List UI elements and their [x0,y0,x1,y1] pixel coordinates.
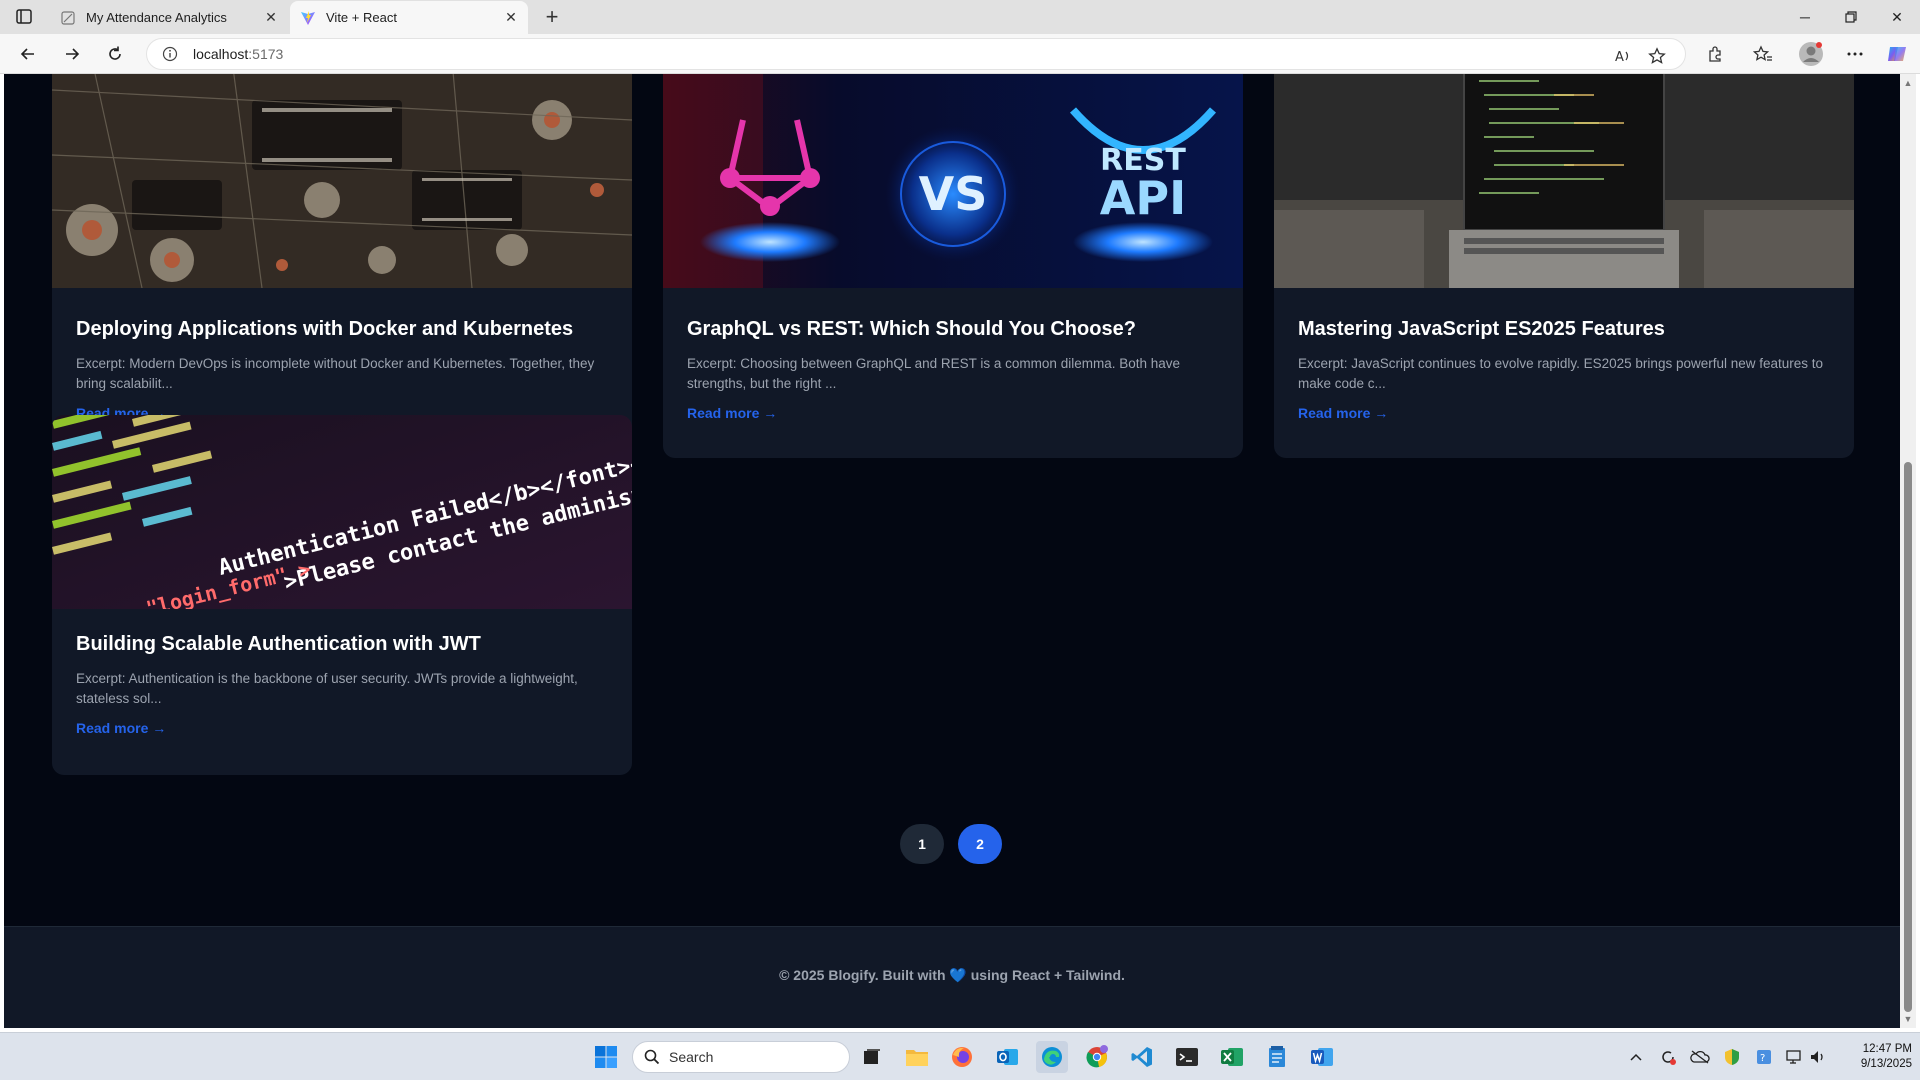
post-image-laptop-with-code[interactable] [1274,74,1854,288]
firefox-icon[interactable] [946,1041,978,1073]
svg-text:?: ? [1760,1053,1765,1064]
read-more-link[interactable]: Read more → [687,405,777,421]
volume-icon[interactable] [1808,1047,1828,1067]
close-window-icon[interactable]: ✕ [1874,0,1920,34]
onedrive-offline-icon[interactable] [1690,1047,1710,1067]
url-port: :5173 [248,46,284,62]
post-title[interactable]: GraphQL vs REST: Which Should You Choose… [687,318,1136,341]
clock-date: 9/13/2025 [1860,1058,1912,1070]
post-excerpt: Excerpt: JavaScript continues to evolve … [1298,356,1824,391]
footer-prefix: © 2025 Blogify. Built with [779,967,946,983]
security-shield-icon[interactable] [1722,1047,1742,1067]
post-title[interactable]: Mastering JavaScript ES2025 Features [1298,318,1665,341]
post-image-graphql-vs-rest[interactable]: VS REST API [663,74,1243,288]
task-view-icon[interactable] [856,1041,888,1073]
favorites-icon[interactable] [1752,43,1774,65]
svg-text:A: A [1615,50,1624,65]
taskbar-search[interactable]: Search [632,1041,850,1073]
profile-avatar-icon[interactable] [1798,41,1824,67]
url-text: localhost:5173 [193,46,283,62]
read-aloud-icon[interactable]: A [1613,46,1633,66]
tab-vite-react[interactable]: Vite + React ✕ [290,1,528,34]
browser-toolbar: localhost:5173 A [0,34,1920,74]
page-viewport: Deploying Applications with Docker and K… [4,74,1900,1028]
read-more-link[interactable]: Read more → [76,720,166,736]
page-button-2[interactable]: 2 [958,824,1002,864]
copilot-icon[interactable] [1886,43,1908,65]
page-scrollbar[interactable]: ▲ ▼ [1900,74,1916,1028]
post-excerpt: Excerpt: Authentication is the backbone … [76,671,578,706]
restore-icon[interactable] [1828,0,1874,34]
show-hidden-icons-icon[interactable] [1626,1047,1646,1067]
footer-text: © 2025 Blogify. Built with 💙 using React… [4,967,1900,984]
clock-time: 12:47 PM [1862,1043,1912,1055]
forward-icon[interactable] [58,40,86,68]
heart-icon: 💙 [949,967,967,983]
refresh-icon[interactable] [101,40,129,68]
windows-start-icon[interactable] [590,1041,622,1073]
post-image-login-code[interactable]: Authentication Failed</b></font></h3 >Pl… [52,415,632,609]
site-info-icon[interactable] [161,45,179,63]
page-icon [60,10,76,26]
scroll-down-icon[interactable]: ▼ [1903,1014,1913,1024]
post-card[interactable]: Mastering JavaScript ES2025 Features Exc… [1274,74,1854,458]
address-bar[interactable]: localhost:5173 A [146,38,1686,70]
word-icon[interactable] [1306,1041,1338,1073]
tab-title: My Attendance Analytics [86,10,227,25]
close-tab-icon[interactable]: ✕ [500,7,522,29]
close-tab-icon[interactable]: ✕ [260,7,282,29]
tab-title: Vite + React [326,10,397,25]
site-footer: © 2025 Blogify. Built with 💙 using React… [4,926,1900,1028]
post-title[interactable]: Building Scalable Authentication with JW… [76,633,481,656]
url-host: localhost [193,46,249,62]
edge-icon[interactable] [1036,1041,1068,1073]
scrollbar-thumb[interactable] [1904,462,1912,1012]
tab-actions-icon[interactable] [12,7,36,27]
browser-tab-strip: My Attendance Analytics ✕ Vite + React ✕… [0,0,1920,34]
more-options-icon[interactable] [1844,43,1866,65]
page-button-1[interactable]: 1 [900,824,944,864]
terminal-icon[interactable] [1171,1041,1203,1073]
tab-attendance-analytics[interactable]: My Attendance Analytics ✕ [50,1,288,34]
post-title[interactable]: Deploying Applications with Docker and K… [76,318,573,341]
search-placeholder: Search [669,1049,714,1065]
post-excerpt: Excerpt: Modern DevOps is incomplete wit… [76,356,595,391]
notepad-icon[interactable] [1261,1041,1293,1073]
taskbar-clock[interactable]: 12:47 PM 9/13/2025 [1836,1042,1912,1072]
post-image-circuit-board[interactable] [52,74,632,288]
sync-icon[interactable] [1658,1047,1678,1067]
post-card[interactable]: Deploying Applications with Docker and K… [52,74,632,458]
read-more-link[interactable]: Read more → [1298,405,1388,421]
app-tray-icon[interactable]: ? [1754,1047,1774,1067]
chrome-icon[interactable] [1081,1041,1113,1073]
network-icon[interactable] [1784,1047,1804,1067]
post-card[interactable]: VS REST API GraphQL vs REST: Which Shoul… [663,74,1243,458]
file-explorer-icon[interactable] [901,1041,933,1073]
scroll-up-icon[interactable]: ▲ [1903,78,1913,88]
excel-icon[interactable] [1216,1041,1248,1073]
vite-logo-icon [300,10,316,26]
vscode-icon[interactable] [1126,1041,1158,1073]
search-icon [643,1048,661,1066]
favorite-star-icon[interactable] [1647,46,1667,66]
post-card[interactable]: Authentication Failed</b></font></h3 >Pl… [52,415,632,775]
vs-label: VS [919,167,988,221]
new-tab-icon[interactable]: + [540,4,564,29]
outlook-icon[interactable] [991,1041,1023,1073]
post-excerpt: Excerpt: Choosing between GraphQL and RE… [687,356,1181,391]
footer-suffix: using React + Tailwind. [970,967,1125,983]
windows-taskbar: Search ? 12:47 PM 9/13/2025 [0,1032,1920,1080]
minimize-icon[interactable]: ─ [1782,0,1828,34]
back-icon[interactable] [14,40,42,68]
api-label: API [1100,171,1186,225]
extensions-icon[interactable] [1704,43,1726,65]
